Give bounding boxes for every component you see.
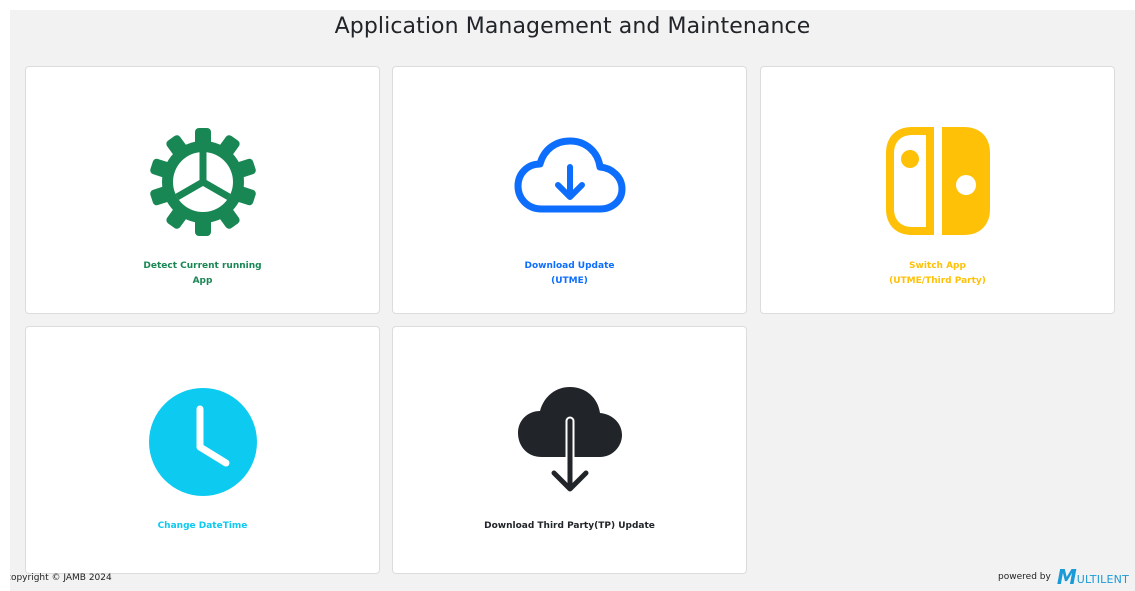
clock-icon	[148, 388, 257, 496]
download-update-label: Download Update (UTME)	[524, 261, 615, 286]
copyright-text: copyright © JAMB 2024	[10, 573, 112, 583]
page-title: Application Management and Maintenance	[334, 14, 811, 39]
multilent-logo: M ULTILENT	[1056, 565, 1129, 589]
detect-current-app-label: Detect Current running App	[143, 261, 262, 286]
switch-app-label: Switch App (UTME/Third Party)	[889, 261, 986, 286]
download-update-card[interactable]: Download Update (UTME)	[392, 66, 747, 314]
cloud-download-solid-icon	[517, 387, 622, 494]
powered-by: powered by M ULTILENT	[998, 566, 1129, 588]
download-third-party-card[interactable]: Download Third Party(TP) Update	[392, 326, 747, 574]
gear-icon	[149, 128, 256, 236]
multilent-logo-text: ULTILENT	[1076, 573, 1129, 586]
multilent-logo-mark: M	[1056, 565, 1077, 589]
change-datetime-card[interactable]: Change DateTime	[25, 326, 380, 574]
change-datetime-label: Change DateTime	[157, 521, 248, 531]
download-third-party-label: Download Third Party(TP) Update	[484, 521, 655, 531]
detect-current-app-card[interactable]: Detect Current running App	[25, 66, 380, 314]
cloud-download-icon	[514, 137, 625, 213]
switch-icon	[885, 127, 990, 235]
powered-by-label: powered by	[998, 572, 1051, 582]
switch-app-card[interactable]: Switch App (UTME/Third Party)	[760, 66, 1115, 314]
app-management-page: Application Management and Maintenance D…	[10, 10, 1135, 591]
